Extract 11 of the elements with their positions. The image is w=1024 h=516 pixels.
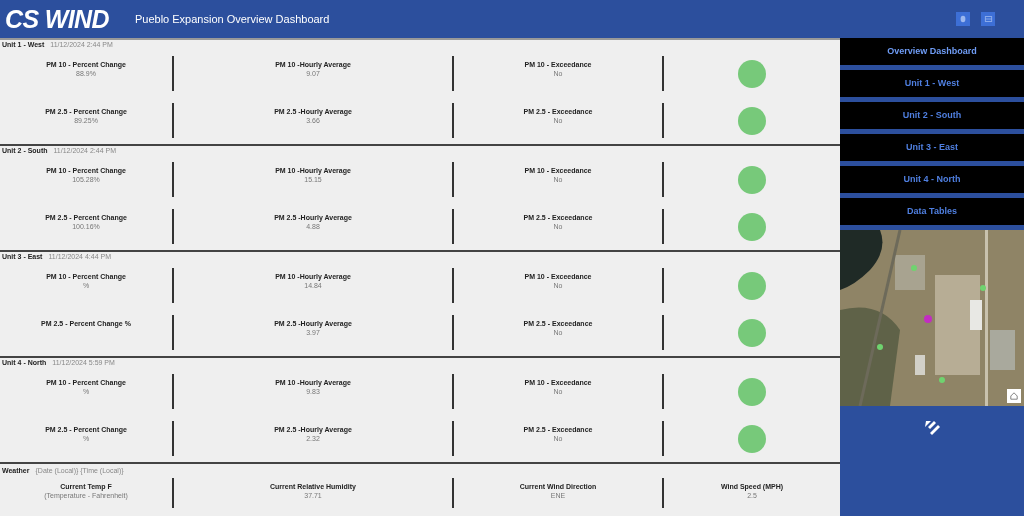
- nav-item[interactable]: Unit 3 - East: [840, 134, 1024, 161]
- table-icon[interactable]: [981, 12, 995, 26]
- nav-item[interactable]: Unit 1 - West: [840, 70, 1024, 97]
- nav-item[interactable]: Overview Dashboard: [840, 38, 1024, 65]
- dashboard-title: Pueblo Expansion Overview Dashboard: [134, 11, 330, 27]
- database-icon[interactable]: [956, 12, 970, 26]
- nav-item[interactable]: Unit 4 - North: [840, 166, 1024, 193]
- home-icon[interactable]: [1007, 389, 1021, 403]
- nav-item[interactable]: Unit 2 - South: [840, 102, 1024, 129]
- nav-item[interactable]: Data Tables: [840, 198, 1024, 225]
- logo: CS WIND: [5, 6, 109, 32]
